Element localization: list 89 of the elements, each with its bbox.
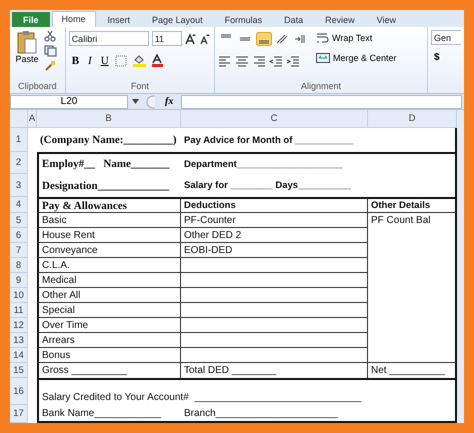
row-header[interactable]: 5 xyxy=(10,213,28,228)
copy-icon[interactable] xyxy=(44,45,58,57)
cell-text: House Rent xyxy=(37,228,181,243)
column-header[interactable]: C xyxy=(181,110,368,128)
dropdown-caret-icon[interactable] xyxy=(132,99,139,104)
cell-text: Bank Name____________ xyxy=(37,405,181,423)
row-header[interactable]: 12 xyxy=(10,318,28,333)
row-header[interactable]: 14 xyxy=(10,348,28,363)
column-header[interactable]: A xyxy=(28,110,37,128)
row-header[interactable]: 6 xyxy=(10,228,28,243)
cell-text: Special xyxy=(37,303,181,318)
ribbon-tab[interactable]: Page Layout xyxy=(142,12,213,27)
ribbon-tab[interactable]: Insert xyxy=(98,12,140,27)
cell-text: Gross __________ xyxy=(37,363,181,378)
formula-input[interactable] xyxy=(181,94,462,108)
wrap-text-icon[interactable] xyxy=(316,32,330,44)
increase-indent-icon[interactable] xyxy=(286,54,300,66)
cell-text: Medical xyxy=(37,273,181,288)
align-right-icon[interactable] xyxy=(252,54,266,66)
cell-text: Designation_____________ xyxy=(37,174,181,197)
row-header[interactable]: 3 xyxy=(10,174,28,197)
group-label: Font xyxy=(130,80,150,93)
wrap-text-button[interactable]: Wrap Text xyxy=(316,30,397,45)
row-header[interactable]: 8 xyxy=(10,258,28,273)
file-tab[interactable]: File xyxy=(12,12,50,27)
format-painter-icon[interactable] xyxy=(44,60,56,72)
column-header[interactable]: B xyxy=(37,110,181,128)
column-header[interactable]: D xyxy=(368,110,457,128)
cell-text: Branch______________________ xyxy=(181,405,368,423)
font-size-dropdown[interactable]: 11 xyxy=(152,31,182,46)
column-heading: Deductions xyxy=(181,197,368,213)
row-header[interactable]: 17 xyxy=(10,405,28,423)
row-header[interactable]: 1 xyxy=(10,128,28,152)
paste-button[interactable]: Paste xyxy=(13,30,41,80)
ribbon-tab[interactable]: View xyxy=(366,12,406,27)
align-lines-icon[interactable] xyxy=(256,32,272,46)
ribbon-tab[interactable]: Home xyxy=(52,11,96,27)
number-format-dropdown[interactable]: Gen xyxy=(431,30,461,45)
cell-text: Other All xyxy=(37,288,181,303)
borders-icon[interactable] xyxy=(114,54,129,66)
cell-text: Department____________________ xyxy=(181,152,368,174)
bold-button[interactable]: B xyxy=(68,53,82,68)
clipboard-icon[interactable] xyxy=(17,30,37,54)
font-name-dropdown[interactable]: Calibri xyxy=(68,31,149,46)
cell-text: (Company Name:_________) xyxy=(39,133,178,148)
ribbon-tab[interactable]: Data xyxy=(274,12,314,27)
cell-text: Pay Advice for Month of ___________ xyxy=(183,134,354,148)
align-center-icon[interactable] xyxy=(235,54,250,66)
cell-text: Arrears xyxy=(37,333,181,348)
currency-button[interactable]: $ xyxy=(431,50,461,65)
cell-text: Bonus xyxy=(37,348,181,363)
insert-function-button[interactable]: fx xyxy=(161,96,178,107)
row-header[interactable]: 10 xyxy=(10,288,28,303)
cell-text: EOBI-DED xyxy=(181,243,368,258)
ribbon-tab[interactable]: Formulas xyxy=(214,12,272,27)
ribbon-tab[interactable]: Review xyxy=(315,12,365,27)
cell-text: Employ#__ Name_______ xyxy=(37,152,181,174)
row-header[interactable]: 4 xyxy=(10,197,28,213)
row-header[interactable]: 7 xyxy=(10,243,28,258)
group-label: Clipboard xyxy=(17,80,58,93)
cell-text: Total DED ________ xyxy=(181,363,368,378)
decrease-indent-icon[interactable] xyxy=(269,54,284,66)
column-heading: Pay & Allowances xyxy=(37,197,181,213)
row-header[interactable]: 2 xyxy=(10,152,28,174)
row-header[interactable]: 9 xyxy=(10,273,28,288)
cell-text: Conveyance xyxy=(37,243,181,258)
merge-center-button[interactable]: Merge & Center xyxy=(316,50,397,65)
underline-button[interactable]: U xyxy=(98,53,112,68)
cell-text: PF-Counter xyxy=(181,213,368,228)
shrink-font-icon[interactable] xyxy=(200,32,211,44)
cell-text: Over Time xyxy=(37,318,181,333)
cell-text: Basic xyxy=(37,213,181,228)
group-label: Alignment xyxy=(300,80,342,93)
font-color-icon[interactable] xyxy=(150,54,165,67)
name-box[interactable]: L20 xyxy=(10,94,128,108)
italic-button[interactable]: I xyxy=(85,53,95,68)
merge-cells-icon[interactable] xyxy=(316,52,330,64)
row-header[interactable]: 13 xyxy=(10,333,28,348)
cell-text: C.L.A. xyxy=(37,258,181,273)
cell-text: Salary Credited to Your Account# ______________________________ xyxy=(37,378,457,405)
scissors-icon[interactable] xyxy=(44,30,56,42)
grow-font-icon[interactable] xyxy=(184,32,197,44)
cell-text: Other DED 2 xyxy=(181,228,368,243)
align-left-icon[interactable] xyxy=(218,54,232,66)
fill-color-icon[interactable] xyxy=(132,54,148,67)
cell-text: Salary for ________ Days__________ xyxy=(183,179,352,193)
row-header[interactable]: 16 xyxy=(10,378,28,405)
row-header[interactable]: 15 xyxy=(10,363,28,378)
row-header[interactable]: 11 xyxy=(10,303,28,318)
